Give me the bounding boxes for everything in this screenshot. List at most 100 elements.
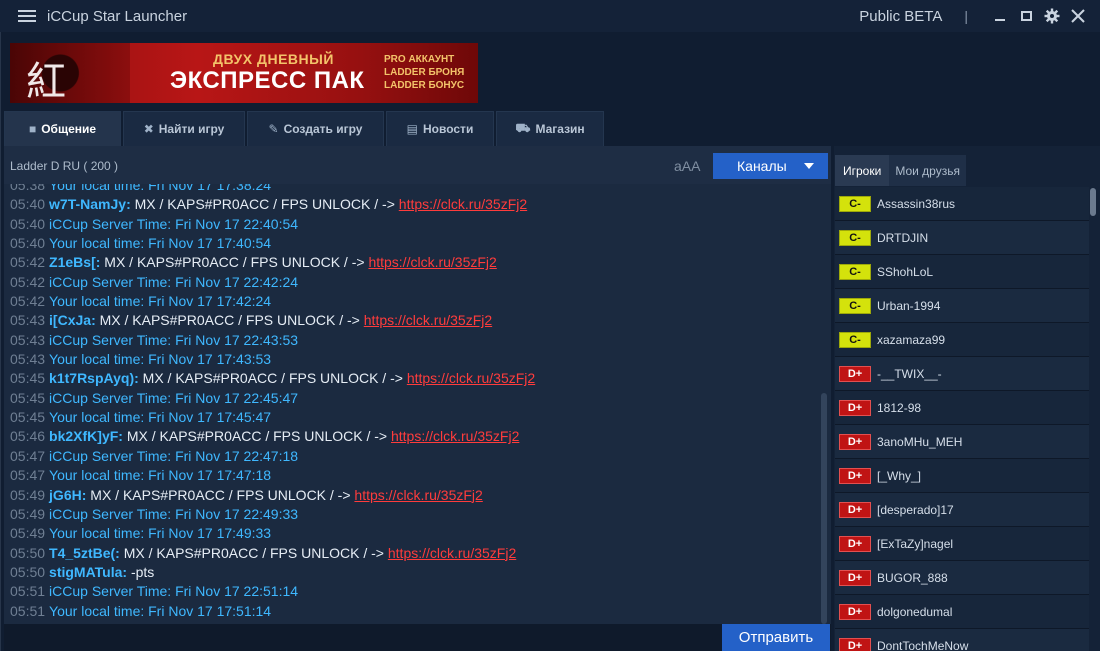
message-link[interactable]: https://clck.ru/35zFj2	[407, 370, 535, 386]
chat-message: 05:51 iCCup Server Time: Fri Nov 17 22:51…	[10, 582, 535, 601]
player-row[interactable]: C- Urban-1994	[835, 289, 1089, 323]
tab-label: Найти игру	[158, 122, 225, 136]
player-name: SShohLoL	[877, 264, 934, 279]
edition-label: Public BETA	[859, 7, 943, 25]
system-message-text: iCCup Server Time: Fri Nov 17 22:42:24	[49, 273, 299, 290]
chat-message-input[interactable]	[4, 626, 716, 650]
tab-players[interactable]: Игроки	[835, 155, 890, 186]
message-link[interactable]: https://clck.ru/35zFj2	[368, 254, 496, 270]
rank-badge: C-	[839, 263, 871, 280]
banner-promo-item: PRO АККАУНТ	[384, 54, 455, 65]
player-row[interactable]: C-xazamaza99	[835, 323, 1089, 357]
send-button[interactable]: Отправить	[722, 624, 830, 651]
message-author[interactable]: stigMATula:	[49, 564, 127, 580]
message-timestamp: 05:40	[10, 196, 46, 213]
app-title: iCCup Star Launcher	[47, 7, 188, 25]
player-name: [_Why_]	[877, 468, 922, 483]
player-list-scrollbar-thumb[interactable]	[1090, 188, 1096, 216]
message-link[interactable]: https://clck.ru/35zFj2	[388, 545, 516, 561]
message-link[interactable]: https://clck.ru/35zFj2	[364, 312, 492, 328]
rank-badge: C-	[839, 331, 871, 348]
channels-button-label: Каналы	[737, 158, 787, 174]
player-row[interactable]: C- SShohLoL	[835, 255, 1089, 289]
chat-scrollbar-thumb[interactable]	[821, 393, 827, 624]
player-row[interactable]: D+ [ExTaZy]nagel	[835, 527, 1089, 561]
tab-find-game[interactable]: ✖ Найти игру	[123, 111, 245, 146]
message-timestamp: 05:49	[10, 525, 46, 542]
message-text: MX / KAPS#PR0ACC / FPS UNLOCK / ->	[134, 196, 395, 213]
message-author[interactable]: w7T-NamJy:	[49, 196, 131, 212]
chat-message: 05:42 Z1eBs[: MX / KAPS#PR0ACC / FPS UNLO…	[10, 253, 535, 272]
system-message-text: iCCup Server Time: Fri Nov 17 22:47:18	[49, 447, 299, 464]
banner-promo-item: LADDER БРОНЯ	[384, 67, 465, 78]
player-row[interactable]: D+ DontTochMeNow	[835, 629, 1089, 651]
system-message-text: Your local time: Fri Nov 17 17:38:24	[49, 184, 272, 193]
message-timestamp: 05:49	[10, 486, 46, 503]
message-link[interactable]: https://clck.ru/35zFj2	[354, 487, 482, 503]
promo-banner[interactable]: 紅 ДВУХ ДНЕВНЫЙ ЭКСПРЕСС ПАК PRO АККАУНТ …	[10, 43, 478, 103]
close-icon[interactable]	[1068, 6, 1088, 26]
player-row[interactable]: D+ dolgonedumal	[835, 595, 1089, 629]
hamburger-menu-icon[interactable]	[18, 7, 36, 25]
system-message-text: iCCup Server Time: Fri Nov 17 22:49:33	[49, 505, 299, 522]
chat-message: 05:45 k1t7RspAyq): MX / KAPS#PR0ACC / FPS…	[10, 369, 535, 388]
settings-gear-icon[interactable]	[1042, 6, 1062, 26]
rank-badge: D+	[839, 433, 871, 450]
message-author[interactable]: jG6H:	[49, 487, 86, 503]
maximize-icon[interactable]	[1016, 6, 1036, 26]
message-text: MX / KAPS#PR0ACC / FPS UNLOCK / ->	[104, 254, 365, 271]
cart-icon: ⛟	[515, 121, 531, 135]
player-row[interactable]: D+ [_Why_]	[835, 459, 1089, 493]
tab-news[interactable]: ▤ Новости	[386, 111, 494, 146]
message-timestamp: 05:50	[10, 563, 46, 580]
system-message-text: Your local time: Fri Nov 17 17:45:47	[49, 409, 272, 426]
tab-label: Новости	[423, 122, 474, 136]
chat-log[interactable]: 05:38 Your local time: Fri Nov 17 17:38:2…	[4, 184, 831, 624]
rank-badge: D+	[839, 467, 871, 484]
chat-message: 05:40 Your local time: Fri Nov 17 17:40:5…	[10, 234, 535, 253]
message-link[interactable]: https://clck.ru/35zFj2	[399, 196, 527, 212]
player-name: [desperado]17	[877, 502, 954, 517]
player-name: -__TWIX__-	[877, 366, 942, 381]
tab-create-game[interactable]: ✎ Создать игру	[247, 111, 384, 146]
player-row[interactable]: D+ 1812-98	[835, 391, 1089, 425]
system-message-text: Your local time: Fri Nov 17 17:49:33	[49, 525, 272, 542]
title-separator: |	[964, 8, 968, 24]
message-link[interactable]: https://clck.ru/35zFj2	[391, 428, 519, 444]
player-row[interactable]: D+ -__TWIX__-	[835, 357, 1089, 391]
message-author[interactable]: bk2XfK]yF:	[49, 428, 123, 444]
rank-badge: C-	[839, 297, 871, 314]
minimize-icon[interactable]	[990, 6, 1010, 26]
tab-my-friends[interactable]: Мои друзья	[889, 155, 966, 186]
message-author[interactable]: k1t7RspAyq):	[49, 370, 139, 386]
newspaper-icon: ▤	[406, 122, 418, 136]
player-row[interactable]: D+ [desperado]17	[835, 493, 1089, 527]
wrench-icon: ✎	[268, 122, 279, 136]
message-author[interactable]: T4_5ztBe(:	[49, 545, 120, 561]
chevron-down-icon	[804, 163, 814, 169]
channels-dropdown-button[interactable]: Каналы	[713, 153, 828, 179]
chat-message: 05:47 iCCup Server Time: Fri Nov 17 22:47…	[10, 447, 535, 466]
message-timestamp: 05:40	[10, 235, 46, 252]
message-author[interactable]: i[CxJa:	[49, 312, 96, 328]
message-timestamp: 05:38	[10, 184, 46, 193]
message-author[interactable]: Z1eBs[:	[49, 254, 100, 270]
message-text: MX / KAPS#PR0ACC / FPS UNLOCK / ->	[142, 370, 403, 387]
chat-message: 05:45 iCCup Server Time: Fri Nov 17 22:45…	[10, 389, 535, 408]
message-timestamp: 05:51	[10, 583, 46, 600]
rank-badge: D+	[839, 365, 871, 382]
channel-name: Ladder D RU	[10, 159, 81, 173]
player-row[interactable]: D+ 3anoMHu_MEH	[835, 425, 1089, 459]
player-row[interactable]: C- Assassin38rus	[835, 187, 1089, 221]
tab-label: Создать игру	[283, 122, 363, 136]
chat-message: 05:40 w7T-NamJy: MX / KAPS#PR0ACC / FPS U…	[10, 195, 535, 214]
player-name: [ExTaZy]nagel	[877, 536, 954, 551]
banner-art-image: 紅	[10, 43, 130, 103]
message-timestamp: 05:50	[10, 544, 46, 561]
font-size-toggle[interactable]: aAA	[674, 158, 700, 174]
player-row[interactable]: C- DRTDJIN	[835, 221, 1089, 255]
chat-message: 05:50 stigMATula: -pts	[10, 563, 535, 582]
player-row[interactable]: D+ BUGOR_888	[835, 561, 1089, 595]
tab-chat[interactable]: ■ Общение	[4, 111, 121, 146]
tab-shop[interactable]: ⛟ Магазин	[496, 111, 604, 146]
